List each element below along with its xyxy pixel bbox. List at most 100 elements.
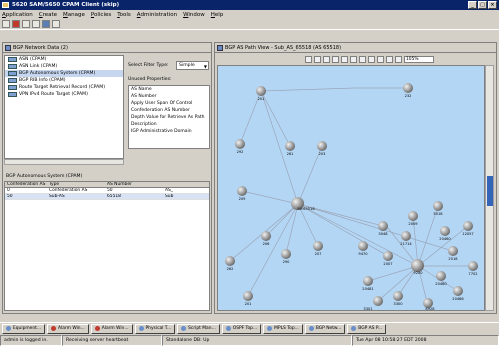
as-node[interactable] bbox=[373, 296, 383, 306]
filter-type-select[interactable]: Simple ▼ bbox=[176, 61, 209, 70]
layout-icon[interactable] bbox=[305, 55, 312, 63]
alarm-icon[interactable] bbox=[12, 20, 20, 28]
results-table[interactable]: Confederation AS Type AS Number 0 Confed… bbox=[4, 181, 210, 311]
as-node[interactable] bbox=[393, 291, 403, 301]
as-node[interactable] bbox=[448, 246, 458, 256]
hand-icon[interactable] bbox=[377, 55, 384, 63]
as-node[interactable] bbox=[433, 201, 443, 211]
as-node[interactable] bbox=[403, 83, 413, 93]
scrollbar-thumb[interactable] bbox=[487, 176, 493, 206]
zoom-select[interactable]: 105% bbox=[404, 55, 434, 63]
property-item[interactable]: Depth Value for Retrieve As Path bbox=[129, 114, 209, 121]
column-header[interactable]: Confederation AS bbox=[5, 182, 47, 187]
column-header[interactable]: AS Number bbox=[105, 182, 163, 187]
menu-application[interactable]: Application bbox=[2, 12, 33, 18]
menu-help[interactable]: Help bbox=[211, 12, 224, 18]
property-item[interactable]: Confederation AS Number bbox=[129, 107, 209, 114]
zoom-out-icon[interactable] bbox=[395, 55, 402, 63]
tree-item[interactable]: Route Target Retrieval Record (CPAM) bbox=[5, 84, 123, 91]
table-row[interactable]: 50 Sub-AS 65518 Sub bbox=[5, 194, 209, 200]
tree-item[interactable]: ASN (CPAM) bbox=[5, 56, 123, 63]
menu-policies[interactable]: Policies bbox=[91, 12, 111, 18]
pointer-icon[interactable] bbox=[368, 55, 375, 63]
link bbox=[247, 203, 299, 297]
as-node[interactable] bbox=[378, 221, 388, 231]
tree-item[interactable]: VPN IPv4 Route Target (CPAM) bbox=[5, 91, 123, 98]
task-ospf-topology[interactable]: OSPF Top... bbox=[221, 323, 262, 334]
menu-window[interactable]: Window bbox=[183, 12, 205, 18]
as-node[interactable] bbox=[468, 261, 478, 271]
hierarchy-icon[interactable] bbox=[332, 55, 339, 63]
property-item[interactable]: Apply User Span Of Control bbox=[129, 100, 209, 107]
as-node[interactable] bbox=[453, 286, 463, 296]
as-node[interactable] bbox=[235, 139, 245, 149]
as-node[interactable] bbox=[363, 276, 373, 286]
task-bgp-as-path[interactable]: BGP AS P... bbox=[347, 323, 387, 334]
as-node[interactable] bbox=[436, 271, 446, 281]
unused-properties-list[interactable]: AS Name AS Number Apply User Span Of Con… bbox=[128, 85, 210, 149]
as-node[interactable] bbox=[225, 256, 235, 266]
property-item[interactable]: AS Name bbox=[129, 86, 209, 93]
as-node[interactable] bbox=[261, 231, 271, 241]
save-icon[interactable] bbox=[323, 55, 330, 63]
as-node[interactable] bbox=[313, 241, 323, 251]
as-node[interactable] bbox=[243, 291, 253, 301]
expand-icon[interactable] bbox=[359, 55, 366, 63]
tree-item-selected[interactable]: BGP Autonomous System (CPAM) bbox=[5, 70, 123, 77]
object-icon bbox=[8, 78, 17, 83]
task-alarm-window-2[interactable]: Alarm Win... bbox=[90, 323, 133, 334]
column-header[interactable] bbox=[163, 182, 209, 187]
property-item[interactable]: IGP Administrative Domain bbox=[129, 128, 209, 135]
object-type-tree[interactable]: ASN (CPAM) ASN Link (CPAM) BGP Autonomou… bbox=[4, 55, 124, 159]
as-node[interactable] bbox=[237, 186, 247, 196]
as-node[interactable] bbox=[358, 241, 368, 251]
as-node[interactable] bbox=[401, 231, 411, 241]
tree-item[interactable]: BGP RIB Info (CPAM) bbox=[5, 77, 123, 84]
filter-type-label: Select Filter Type: bbox=[128, 63, 169, 68]
grid-icon[interactable] bbox=[52, 20, 60, 28]
topology-icon[interactable] bbox=[42, 20, 50, 28]
column-header[interactable]: Type bbox=[47, 182, 105, 187]
as-node[interactable] bbox=[440, 226, 450, 236]
window-taskbar: Equipment... Alarm Win... Alarm Win... P… bbox=[0, 322, 499, 334]
property-item[interactable]: Description bbox=[129, 121, 209, 128]
maximize-icon[interactable]: □ bbox=[478, 1, 487, 9]
search-icon[interactable] bbox=[32, 20, 40, 28]
tree-horizontal-scrollbar[interactable] bbox=[4, 159, 124, 165]
zoom-in-icon[interactable] bbox=[386, 55, 393, 63]
menu-administration[interactable]: Administration bbox=[137, 12, 177, 18]
topology-icon bbox=[138, 326, 144, 331]
menu-tools[interactable]: Tools bbox=[117, 12, 131, 18]
object-icon bbox=[8, 85, 17, 90]
filter-icon[interactable] bbox=[2, 20, 10, 28]
status-datetime: Tue Apr 08 10:58:27 EDT 2008 bbox=[352, 335, 499, 346]
canvas-vertical-scrollbar[interactable] bbox=[485, 65, 494, 311]
as-node[interactable] bbox=[383, 251, 393, 261]
status-heartbeat: Receiving server heartbeat bbox=[62, 335, 162, 346]
refresh-icon[interactable] bbox=[341, 55, 348, 63]
task-mpls-topology[interactable]: MPLS Top... bbox=[263, 323, 303, 334]
topology-canvas[interactable]: 201 232 292 261 203 209 206 290 207 262 … bbox=[217, 65, 485, 311]
task-physical-topology[interactable]: Physical T... bbox=[134, 323, 176, 334]
grid-icon[interactable] bbox=[350, 55, 357, 63]
alarm-icon bbox=[94, 326, 100, 331]
equipment-icon[interactable] bbox=[22, 20, 30, 28]
menu-manage[interactable]: Manage bbox=[63, 12, 85, 18]
as-node[interactable] bbox=[408, 211, 418, 221]
minimize-icon[interactable]: _ bbox=[468, 1, 477, 9]
task-equipment[interactable]: Equipment... bbox=[2, 323, 46, 334]
close-icon[interactable]: × bbox=[488, 1, 497, 9]
task-bgp-network[interactable]: BGP Netw... bbox=[304, 323, 346, 334]
tree-item[interactable]: ASN Link (CPAM) bbox=[5, 63, 123, 70]
task-alarm-window-1[interactable]: Alarm Win... bbox=[47, 323, 89, 334]
as-node[interactable] bbox=[317, 141, 327, 151]
property-item[interactable]: AS Number bbox=[129, 93, 209, 100]
panel-header: BGP Network Data (2) bbox=[3, 43, 211, 53]
as-node[interactable] bbox=[285, 141, 295, 151]
task-script-manager[interactable]: Script Man... bbox=[177, 323, 220, 334]
menu-create[interactable]: Create bbox=[39, 12, 57, 18]
as-node[interactable] bbox=[463, 221, 473, 231]
print-icon[interactable] bbox=[314, 55, 321, 63]
as-node[interactable] bbox=[256, 86, 266, 96]
as-node[interactable] bbox=[281, 249, 291, 259]
